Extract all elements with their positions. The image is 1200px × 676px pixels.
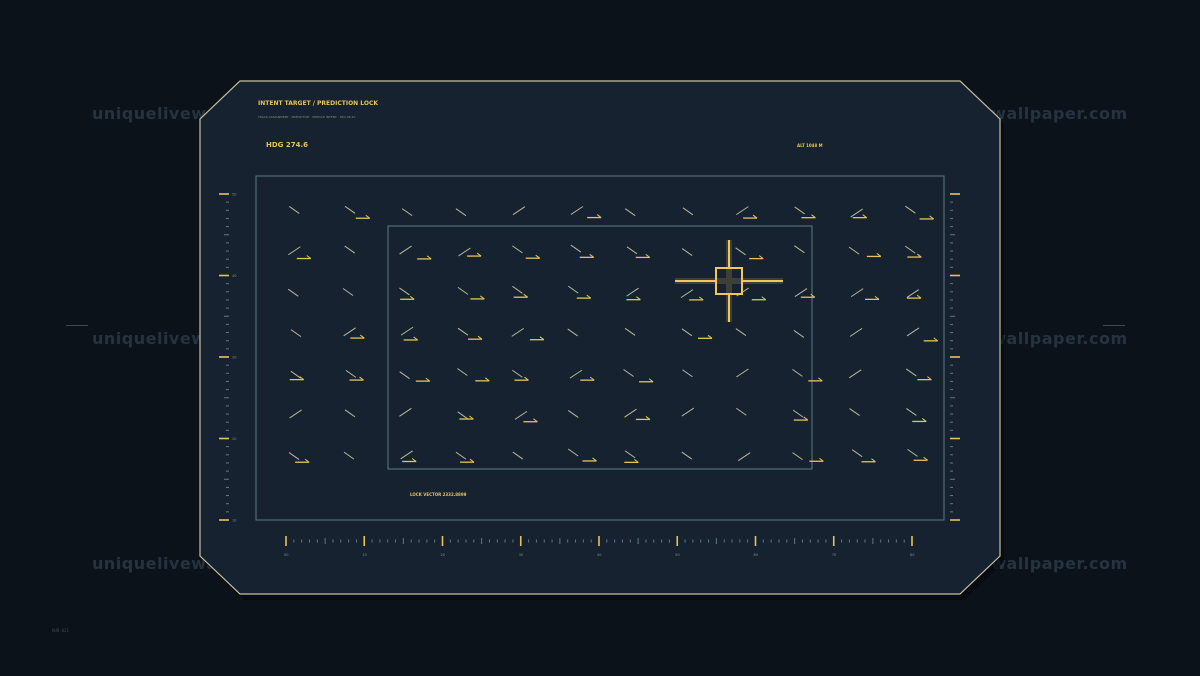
- bottom-scale-label: 50: [675, 553, 679, 557]
- hud-title: INTENT TARGET / PREDICTION LOCK: [258, 100, 379, 107]
- left-scale-label: 30: [232, 356, 236, 360]
- heading-readout: HDG 274.6: [266, 141, 308, 149]
- bottom-scale-label: 10: [362, 553, 366, 557]
- left-scale-label: 20: [232, 437, 236, 441]
- bottom-scale-label: 00: [284, 553, 288, 557]
- panel-frame: [199, 80, 1001, 595]
- bottom-scale-label: 30: [519, 553, 523, 557]
- bottom-scale-label: 70: [832, 553, 836, 557]
- left-scale-label: 10: [232, 519, 236, 523]
- hud-screen: uniquelivewallpaper.com uniquelivewallpa…: [0, 0, 1200, 676]
- corner-tag: HUD-021: [52, 628, 69, 633]
- left-scale-label: 50: [232, 193, 236, 197]
- bottom-scale-label: 40: [597, 553, 601, 557]
- left-scale-label: 40: [232, 274, 236, 278]
- lock-vector-readout: LOCK VECTOR 2332.8899: [410, 492, 467, 497]
- hud-panel: 50 40 30 20 10 00 10 20 30 40 50 60 70 80: [199, 80, 1004, 600]
- bottom-scale-label: 80: [910, 553, 914, 557]
- bottom-scale-label: 20: [441, 553, 445, 557]
- bottom-scale-label: 60: [754, 553, 758, 557]
- altitude-readout: ALT 1048 M: [797, 143, 823, 148]
- hud-subtitle: TRACK ASSIGNMENT · PREDICTIVE · VEHICLE …: [258, 115, 356, 119]
